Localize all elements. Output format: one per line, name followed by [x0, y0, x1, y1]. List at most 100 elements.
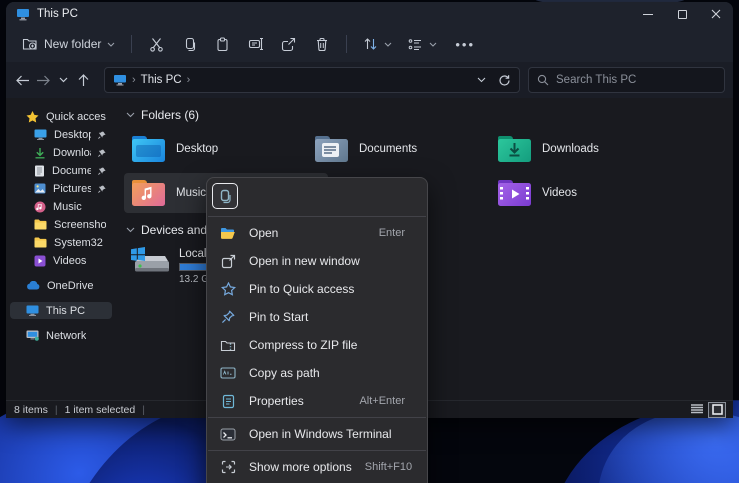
music-folder-icon	[132, 180, 165, 206]
terminal-icon	[220, 428, 236, 441]
sidebar-item-network[interactable]: Network	[10, 327, 112, 344]
address-row: › This PC ›	[6, 62, 733, 98]
folder-tile-documents[interactable]: Documents	[307, 129, 483, 169]
sidebar-item-screenshots[interactable]: Screenshots	[10, 216, 112, 233]
sidebar-item-system32[interactable]: System32	[10, 234, 112, 251]
copy-button[interactable]	[173, 30, 206, 58]
search-icon	[537, 74, 549, 86]
context-menu: Open Enter Open in new window Pin to Qui…	[206, 177, 428, 483]
item-count: 8 items	[14, 404, 48, 416]
share-button[interactable]	[272, 30, 305, 58]
menu-item-pin-to-start[interactable]: Pin to Start	[207, 303, 427, 331]
delete-icon	[315, 37, 329, 52]
menu-item-show-more-options[interactable]: Show more options Shift+F10	[207, 453, 427, 481]
minimize-button[interactable]	[631, 2, 665, 26]
zip-folder-icon	[220, 339, 236, 352]
address-dropdown-icon[interactable]	[477, 77, 486, 83]
menu-item-open-in-windows-terminal[interactable]: Open in Windows Terminal	[207, 420, 427, 448]
sidebar-item-desktop[interactable]: Desktop	[10, 126, 112, 143]
pin-icon	[98, 131, 106, 139]
pin-icon	[98, 149, 106, 157]
folder-tile-downloads[interactable]: Downloads	[490, 129, 666, 169]
see-more-button[interactable]: •••	[445, 37, 485, 52]
breadcrumb-separator: ›	[187, 74, 191, 86]
sidebar-item-downloads[interactable]: Downloads	[10, 144, 112, 161]
menu-item-open-in-new-window[interactable]: Open in new window	[207, 247, 427, 275]
arrow-right-icon	[36, 75, 50, 86]
network-icon	[26, 330, 39, 341]
thumbnails-view-icon	[712, 404, 723, 415]
paste-button[interactable]	[206, 30, 239, 58]
details-view-icon	[691, 404, 703, 415]
sidebar-item-documents[interactable]: Documents	[10, 162, 112, 179]
open-folder-icon	[220, 227, 236, 240]
sidebar-item-pictures[interactable]: Pictures	[10, 180, 112, 197]
new-folder-label: New folder	[44, 37, 101, 51]
sidebar-item-this-pc[interactable]: This PC	[10, 302, 112, 319]
copy-path-icon	[220, 367, 236, 379]
forward-button[interactable]	[34, 67, 52, 93]
sidebar-item-videos[interactable]: Videos	[10, 252, 112, 269]
menu-item-compress-to-zip[interactable]: Compress to ZIP file	[207, 331, 427, 359]
details-view-button[interactable]	[689, 403, 705, 417]
up-button[interactable]	[74, 67, 92, 93]
recent-locations-button[interactable]	[54, 67, 72, 93]
new-folder-button[interactable]: New folder	[14, 32, 123, 56]
share-icon	[281, 37, 296, 52]
maximize-button[interactable]	[665, 2, 699, 26]
cut-icon	[149, 37, 164, 52]
paste-icon	[215, 37, 230, 52]
menu-divider	[208, 216, 426, 217]
document-icon	[34, 165, 45, 177]
menu-item-open[interactable]: Open Enter	[207, 219, 427, 247]
video-icon	[34, 255, 46, 267]
delete-button[interactable]	[305, 30, 338, 58]
search-input[interactable]	[556, 74, 696, 86]
local-disk-icon	[132, 248, 170, 278]
back-button[interactable]	[14, 67, 32, 93]
pin-icon	[98, 185, 106, 193]
monitor-icon	[26, 305, 39, 316]
window-title: This PC	[37, 8, 78, 20]
titlebar[interactable]: This PC	[6, 2, 733, 26]
pin-start-icon	[220, 310, 236, 324]
refresh-icon[interactable]	[498, 74, 511, 87]
folders-section-header[interactable]: Folders (6)	[126, 108, 733, 122]
sidebar-item-music[interactable]: Music	[10, 198, 112, 215]
this-pc-icon	[113, 74, 127, 86]
maximize-icon	[678, 10, 687, 19]
search-box[interactable]	[528, 67, 725, 93]
menu-item-copy-as-path[interactable]: Copy as path	[207, 359, 427, 387]
copy-quick-button[interactable]	[212, 183, 238, 209]
sidebar-item-onedrive[interactable]: OneDrive	[10, 277, 112, 294]
chevron-down-icon	[107, 42, 115, 47]
cut-button[interactable]	[140, 30, 173, 58]
view-button[interactable]	[400, 33, 445, 56]
sidebar-item-quick-access[interactable]: Quick access	[10, 108, 112, 125]
menu-item-pin-to-quick-access[interactable]: Pin to Quick access	[207, 275, 427, 303]
pin-icon	[98, 167, 106, 175]
chevron-down-icon	[59, 77, 68, 83]
properties-icon	[220, 394, 236, 409]
cloud-icon	[26, 281, 40, 290]
menu-item-properties[interactable]: Properties Alt+Enter	[207, 387, 427, 415]
rename-icon	[248, 37, 264, 51]
menu-divider	[208, 450, 426, 451]
copy-icon	[182, 37, 197, 52]
downloads-folder-icon	[498, 136, 531, 162]
breadcrumb-this-pc[interactable]: This PC	[141, 74, 182, 86]
address-bar[interactable]: › This PC ›	[104, 67, 520, 93]
close-button[interactable]	[699, 2, 733, 26]
folder-tile-videos[interactable]: Videos	[490, 173, 666, 213]
sort-button[interactable]	[355, 32, 400, 56]
this-pc-icon	[16, 8, 30, 21]
music-icon	[34, 201, 46, 213]
minimize-icon	[643, 14, 653, 15]
status-divider: |	[142, 404, 145, 416]
chevron-down-icon	[429, 42, 437, 47]
videos-folder-icon	[498, 180, 531, 206]
rename-button[interactable]	[239, 30, 272, 58]
folder-tile-desktop[interactable]: Desktop	[124, 129, 300, 169]
menu-divider	[208, 417, 426, 418]
thumbnails-view-button[interactable]	[709, 403, 725, 417]
